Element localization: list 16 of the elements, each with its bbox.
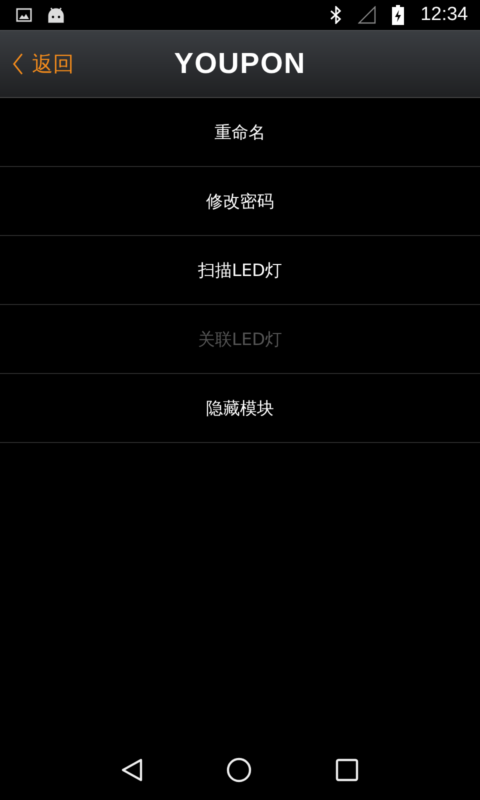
image-icon	[16, 8, 32, 22]
chevron-left-icon	[12, 53, 24, 75]
status-time: 12:34	[420, 4, 468, 26]
menu-item[interactable]: 隐藏模块	[0, 374, 480, 443]
bluetooth-icon	[330, 6, 342, 24]
menu-item[interactable]: 重命名	[0, 98, 480, 167]
back-button[interactable]: 返回	[0, 50, 74, 78]
android-icon	[48, 7, 64, 23]
signal-icon	[358, 6, 376, 24]
menu-item[interactable]: 修改密码	[0, 167, 480, 236]
back-icon[interactable]	[121, 758, 144, 782]
app-title: YOUPON	[174, 48, 306, 80]
menu-item[interactable]: 扫描LED灯	[0, 236, 480, 305]
home-icon[interactable]	[226, 757, 252, 783]
battery-icon	[392, 5, 404, 25]
recents-icon[interactable]	[334, 758, 359, 782]
